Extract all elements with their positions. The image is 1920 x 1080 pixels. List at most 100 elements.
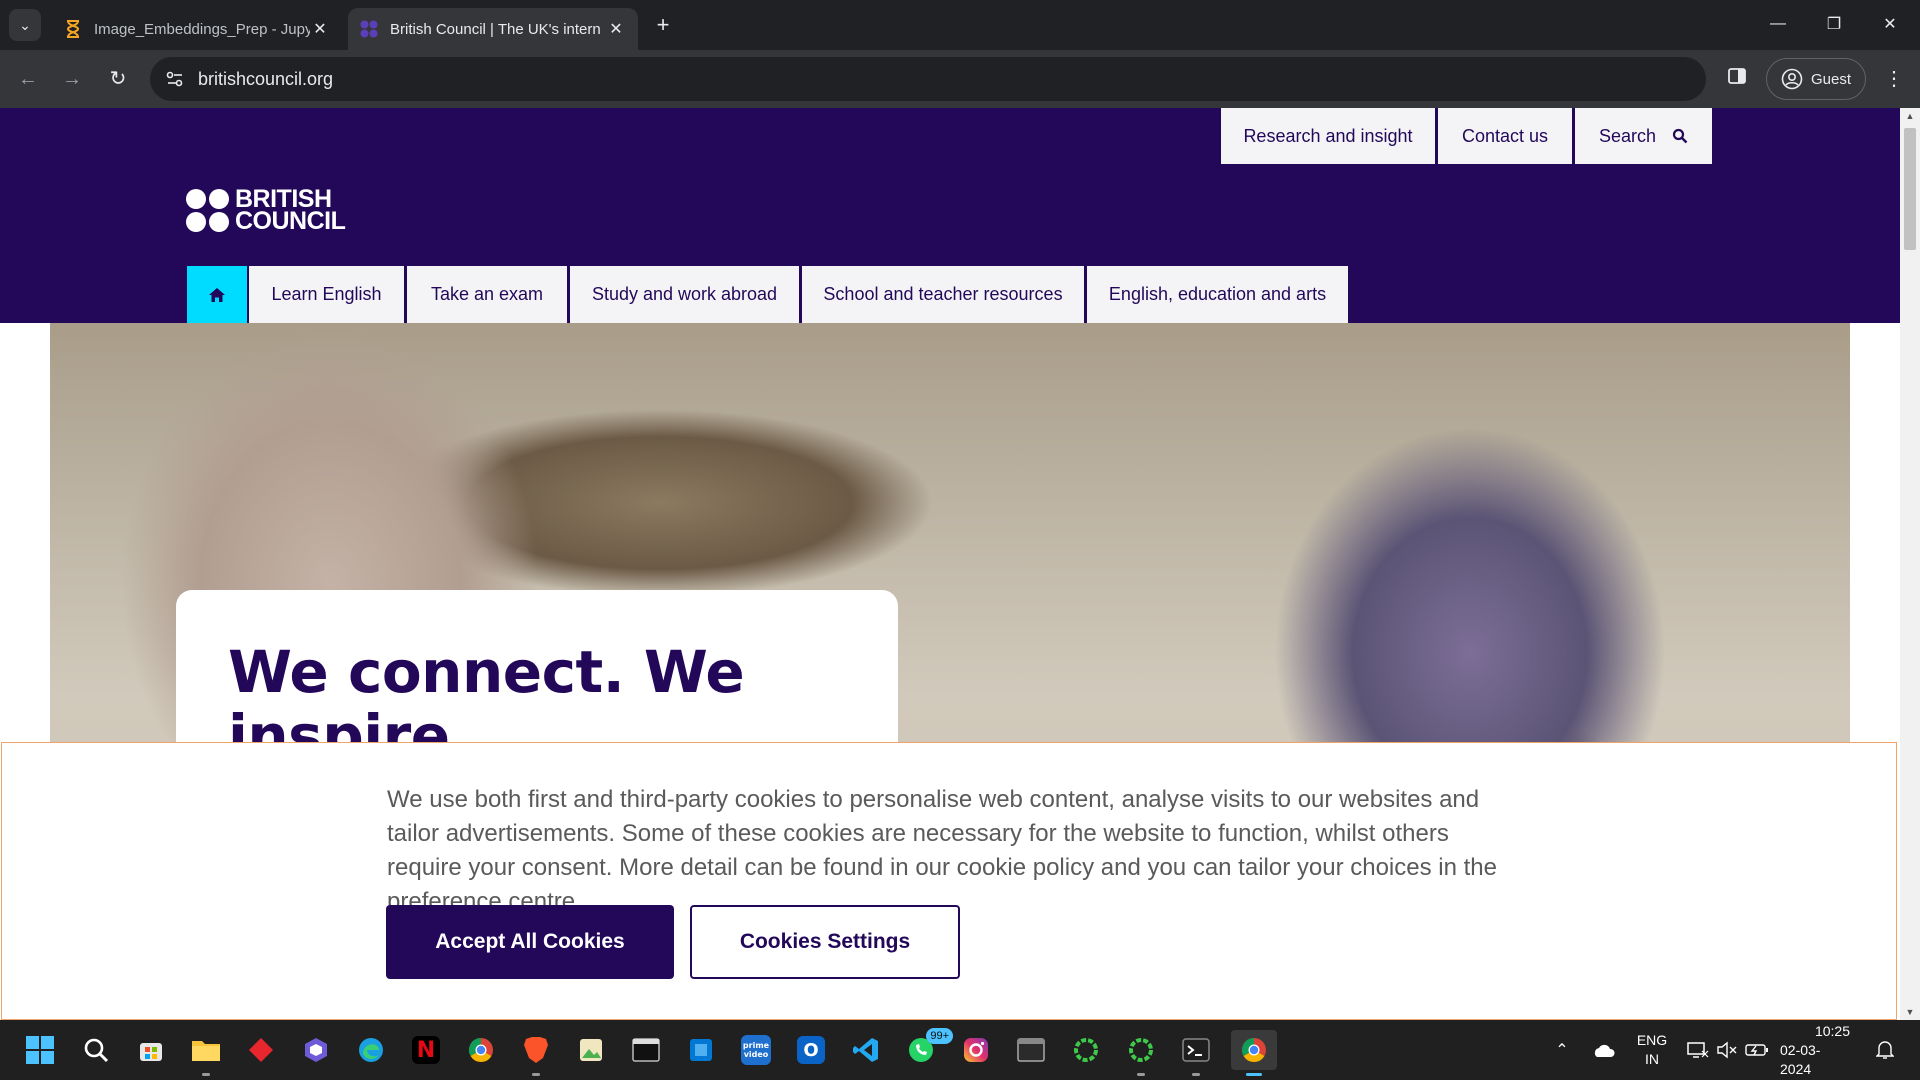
address-bar[interactable]: britishcouncil.org	[150, 57, 1706, 101]
arrow-left-icon: ←	[18, 68, 38, 90]
chevron-down-icon: ⌄	[19, 16, 31, 33]
notification-bell-icon[interactable]	[1870, 1020, 1900, 1080]
chrome-icon[interactable]	[461, 1030, 501, 1070]
nav-school-and-teacher-resources[interactable]: School and teacher resources	[802, 266, 1084, 323]
copilot-icon[interactable]	[296, 1030, 336, 1070]
green-ring-app-2-icon[interactable]	[1121, 1030, 1161, 1076]
site-settings-icon[interactable]	[164, 68, 186, 90]
nav-study-and-work-abroad[interactable]: Study and work abroad	[570, 266, 799, 323]
minimize-button[interactable]: —	[1750, 8, 1806, 40]
page-scrollbar[interactable]: ▲ ▼	[1900, 108, 1920, 1020]
close-window-button[interactable]: ✕	[1862, 8, 1918, 40]
close-icon: ✕	[1883, 16, 1897, 33]
clock-time: 10:25	[1814, 1022, 1850, 1039]
back-button[interactable]: ←	[13, 64, 43, 94]
red-diamond-app-icon[interactable]	[241, 1030, 281, 1070]
brave-icon[interactable]	[516, 1030, 556, 1076]
whatsapp-icon[interactable]: 99+	[901, 1028, 953, 1070]
utility-link-label: Contact us	[1461, 125, 1549, 146]
chevron-up-icon: ⌃	[1555, 1042, 1569, 1059]
prime-video-icon[interactable]: prime video	[736, 1030, 776, 1070]
netflix-icon[interactable]: N	[406, 1030, 446, 1070]
vscode-icon[interactable]	[846, 1030, 886, 1070]
side-panel-button[interactable]	[1727, 66, 1751, 90]
nav-label: School and teacher resources	[823, 284, 1063, 304]
onedrive-icon[interactable]	[1588, 1020, 1618, 1080]
research-and-insight-link[interactable]: Research and insight	[1221, 108, 1435, 164]
scrollbar-thumb[interactable]	[1904, 128, 1916, 250]
reload-button[interactable]: ↻	[103, 64, 133, 94]
tab-title: British Council | The UK's intern	[390, 20, 601, 38]
browser-tab-strip: ⌄ Image_Embeddings_Prep - Jupy ✕ British…	[0, 0, 1920, 50]
nav-take-an-exam[interactable]: Take an exam	[407, 266, 567, 323]
browser-menu-button[interactable]: ⋮	[1884, 64, 1904, 94]
region-code: IN	[1645, 1051, 1659, 1067]
new-tab-button[interactable]: +	[650, 12, 676, 38]
logo-wordmark: BRITISH COUNCIL	[235, 185, 346, 235]
scroll-up-icon[interactable]: ▲	[1900, 108, 1920, 124]
minimize-icon: —	[1770, 15, 1786, 32]
close-tab-icon[interactable]: ✕	[310, 19, 330, 39]
microsoft-store-icon[interactable]	[131, 1030, 171, 1070]
accept-all-cookies-button[interactable]: Accept All Cookies	[386, 905, 674, 979]
windows-taskbar: N prime video O 99+ ⌃ ENG IN 10:25 02-03…	[0, 1020, 1920, 1080]
page-viewport: Research and insight Contact us Search B…	[0, 108, 1920, 1020]
scroll-down-icon[interactable]: ▼	[1900, 1004, 1920, 1020]
cookies-settings-button[interactable]: Cookies Settings	[690, 905, 960, 979]
file-explorer-icon[interactable]	[186, 1030, 226, 1076]
tab-british-council[interactable]: British Council | The UK's intern ✕	[348, 8, 638, 50]
search-button[interactable]: Search	[1575, 108, 1712, 164]
nav-label: English, education and arts	[1108, 284, 1327, 304]
edge-icon[interactable]	[351, 1030, 391, 1070]
system-clock[interactable]: 10:25 02-03-2024	[1780, 1020, 1850, 1080]
windows-app-icon[interactable]	[681, 1030, 721, 1070]
home-icon	[209, 287, 225, 302]
image-viewer-icon[interactable]	[571, 1030, 611, 1070]
language-indicator[interactable]: ENG IN	[1630, 1020, 1674, 1080]
profile-button[interactable]: Guest	[1766, 58, 1866, 100]
nav-learn-english[interactable]: Learn English	[249, 266, 404, 323]
profile-label: Guest	[1810, 70, 1852, 88]
volume-muted-icon[interactable]	[1714, 1020, 1740, 1080]
more-vert-icon: ⋮	[1884, 68, 1904, 90]
nav-label: Learn English	[271, 284, 382, 304]
tab-title: Image_Embeddings_Prep - Jupy	[94, 20, 310, 38]
side-panel-icon	[1728, 68, 1746, 84]
terminal-icon[interactable]	[1176, 1030, 1216, 1076]
outlook-icon[interactable]: O	[791, 1030, 831, 1070]
cookie-banner-text: We use both first and third-party cookie…	[387, 786, 1497, 915]
terminal-window-icon[interactable]	[626, 1030, 666, 1070]
contact-us-link[interactable]: Contact us	[1438, 108, 1572, 164]
nav-label: Take an exam	[430, 284, 544, 304]
network-icon[interactable]	[1684, 1020, 1712, 1080]
show-hidden-icons-button[interactable]: ⌃	[1550, 1020, 1574, 1080]
battery-icon[interactable]	[1743, 1020, 1771, 1080]
british-council-logo[interactable]: BRITISH COUNCIL	[186, 185, 346, 235]
search-icon[interactable]	[76, 1030, 116, 1070]
windows-start-icon[interactable]	[20, 1030, 60, 1070]
console-window-icon[interactable]	[1011, 1030, 1051, 1070]
utility-link-label: Research and insight	[1243, 125, 1413, 146]
restore-icon: ❐	[1826, 16, 1842, 33]
nav-english-education-and-arts[interactable]: English, education and arts	[1087, 266, 1348, 323]
utility-link-label: Search	[1598, 125, 1657, 146]
tab-jupyter[interactable]: Image_Embeddings_Prep - Jupy ✕	[52, 8, 342, 50]
close-tab-icon[interactable]: ✕	[606, 19, 626, 39]
clock-date: 02-03-2024	[1780, 1041, 1821, 1077]
url-text: britishcouncil.org	[198, 68, 334, 89]
account-icon	[1781, 68, 1803, 90]
hourglass-icon	[64, 20, 82, 38]
arrow-right-icon: →	[62, 68, 82, 90]
green-ring-app-icon[interactable]	[1066, 1030, 1106, 1070]
site-header: Research and insight Contact us Search B…	[0, 108, 1900, 323]
british-council-icon	[360, 20, 378, 38]
chrome-active-icon[interactable]	[1231, 1030, 1277, 1076]
notification-badge: 99+	[926, 1028, 953, 1044]
nav-label: Study and work abroad	[591, 284, 778, 304]
tab-search-button[interactable]: ⌄	[9, 9, 41, 41]
instagram-icon[interactable]	[956, 1030, 996, 1070]
forward-button[interactable]: →	[57, 64, 87, 94]
language-code: ENG	[1636, 1032, 1668, 1048]
nav-home[interactable]	[187, 266, 247, 323]
restore-button[interactable]: ❐	[1806, 8, 1862, 40]
